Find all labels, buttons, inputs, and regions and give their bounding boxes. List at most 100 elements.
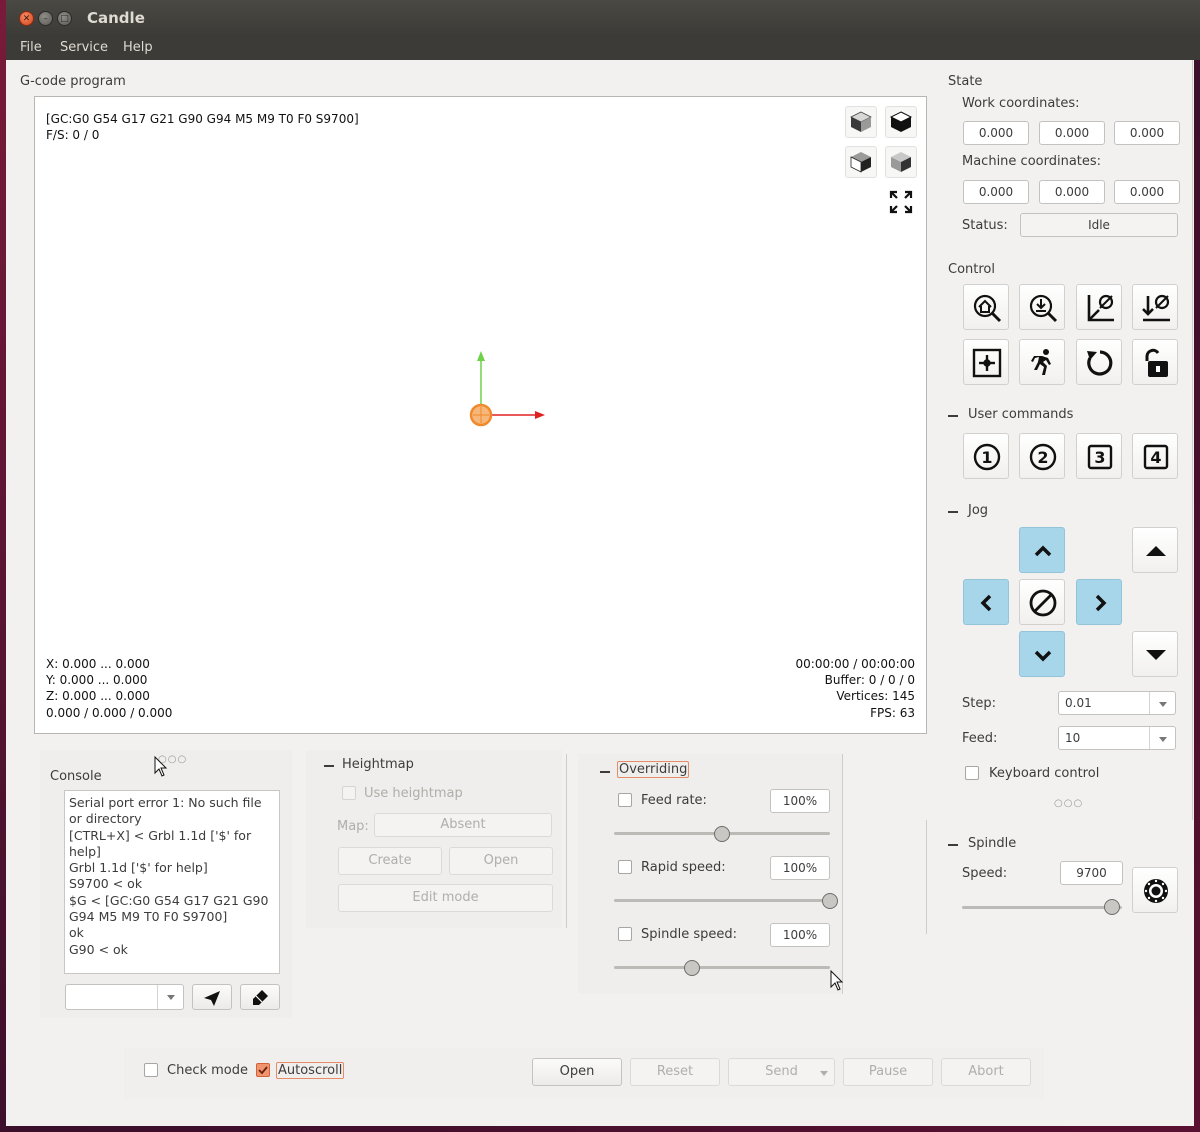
jog-step-combo[interactable]: 0.01 [1058,691,1176,715]
rapid-speed-checkbox[interactable] [618,860,632,874]
user-command-1-button[interactable]: 1 [963,433,1009,479]
jog-title: Jog [968,503,989,518]
rapid-speed-slider-knob[interactable] [822,893,838,909]
jog-y-minus-button[interactable] [1019,631,1065,677]
spindle-speed-checkbox[interactable] [618,927,632,941]
feed-rate-checkbox[interactable] [618,793,632,807]
state-title: State [948,74,983,89]
spindle-speed-override-field[interactable]: 100% [770,923,830,947]
chevron-down-icon[interactable] [820,1071,828,1076]
probe-z-icon[interactable] [1019,284,1065,330]
spindle-slider-knob[interactable] [1104,899,1121,915]
mouse-cursor-icon [154,756,168,777]
y-range-text: Y: 0.000 ... 0.000 [46,673,148,687]
spindle-toggle-button[interactable] [1132,867,1178,913]
console-line: Grbl 1.1d ['$' for help] [69,860,208,876]
unlock-icon[interactable] [1132,339,1178,385]
jog-z-minus-button[interactable] [1132,631,1178,677]
jog-stop-button[interactable] [1019,579,1065,625]
chevron-down-icon[interactable] [1149,727,1175,749]
spindle-speed-label: Speed: [962,866,1008,881]
close-window-button[interactable]: ✕ [19,11,34,26]
check-mode-label: Check mode [167,1063,248,1078]
spindle-speed-slider-track[interactable] [614,966,830,969]
jog-x-minus-button[interactable] [963,579,1009,625]
menu-help[interactable]: Help [123,40,153,55]
rapid-speed-field[interactable]: 100% [770,856,830,880]
z-range-text: Z: 0.000 ... 0.000 [46,689,150,703]
cube-front-icon[interactable] [845,106,877,138]
axis-gizmo [469,351,545,427]
abort-button[interactable]: Abort [941,1058,1031,1086]
time-text: 00:00:00 / 00:00:00 [795,657,915,671]
status-field: Idle [1020,213,1178,237]
user-commands-collapse[interactable] [948,415,958,417]
heightmap-open-button[interactable]: Open [449,847,553,875]
pause-button[interactable]: Pause [843,1058,933,1086]
restore-origin-icon[interactable] [963,339,1009,385]
reset-icon[interactable] [1076,339,1122,385]
check-icon [258,1066,268,1075]
vertices-text: Vertices: 145 [836,689,915,703]
heightmap-collapse[interactable] [324,765,334,767]
control-title: Control [948,262,995,277]
feed-rate-label: Feed rate: [641,793,707,808]
spindle-left-border [926,820,927,934]
console-send-button[interactable] [192,984,232,1010]
console-clear-button[interactable] [240,984,280,1010]
rapid-speed-slider-track[interactable] [614,899,830,902]
overriding-title: Overriding [617,761,690,778]
jog-collapse[interactable] [948,511,958,513]
jog-x-plus-button[interactable] [1076,579,1122,625]
work-x-field: 0.000 [963,121,1029,145]
reset-button[interactable]: Reset [630,1058,720,1086]
send-button[interactable]: Send [728,1058,835,1086]
console-output[interactable]: Serial port error 1: No such file or dir… [64,790,280,974]
cube-top-icon[interactable] [885,106,917,138]
spindle-collapse[interactable] [948,844,958,846]
jog-step-value: 0.01 [1065,696,1092,710]
menu-service[interactable]: Service [60,40,108,55]
zero-xy-icon[interactable] [1076,284,1122,330]
zero-z-icon[interactable] [1132,284,1178,330]
jog-feed-label: Feed: [962,731,998,746]
autoscroll-checkbox[interactable] [256,1063,270,1077]
heightmap-create-button[interactable]: Create [338,847,442,875]
spindle-speed-field[interactable]: 9700 [1060,861,1123,885]
cube-left-icon[interactable] [845,146,877,178]
menu-file[interactable]: File [20,40,42,55]
home-icon[interactable] [963,284,1009,330]
gcode-viewport[interactable]: [GC:G0 G54 G17 G21 G90 G94 M5 M9 T0 F0 S… [34,96,927,734]
jog-y-plus-button[interactable] [1019,527,1065,573]
overriding-collapse[interactable] [600,771,610,773]
jog-z-plus-button[interactable] [1132,527,1178,573]
user-command-4-button[interactable]: 4 [1132,433,1178,479]
use-heightmap-checkbox[interactable] [342,786,356,800]
spindle-speed-slider-knob[interactable] [683,960,700,976]
console-line: G90 < ok [69,941,128,957]
cube-iso-icon[interactable] [885,146,917,178]
minimize-window-button[interactable]: – [38,11,53,26]
safe-position-icon[interactable] [1019,339,1065,385]
open-button[interactable]: Open [532,1058,622,1086]
fit-view-icon[interactable] [885,186,917,218]
spindle-title: Spindle [968,836,1017,851]
gcode-program-label: G-code program [20,74,126,89]
check-mode-checkbox[interactable] [144,1063,158,1077]
feed-rate-slider-knob[interactable] [714,826,730,842]
machine-z-field: 0.000 [1114,180,1180,204]
maximize-window-button[interactable]: □ [57,11,72,26]
heightmap-edit-button[interactable]: Edit mode [338,884,553,912]
console-command-combo[interactable] [65,984,184,1010]
chevron-down-icon[interactable] [157,985,183,1009]
panel-splitter-handle[interactable]: ○○○ [1054,798,1083,809]
chevron-down-icon[interactable] [1149,692,1175,714]
user-commands-title: User commands [968,407,1074,422]
keyboard-control-checkbox[interactable] [965,766,979,780]
feed-rate-field[interactable]: 100% [770,789,830,813]
spindle-slider-track[interactable] [962,906,1122,909]
jog-feed-combo[interactable]: 10 [1058,726,1176,750]
user-command-3-button[interactable]: 3 [1076,433,1122,479]
gc-state-text: [GC:G0 G54 G17 G21 G90 G94 M5 M9 T0 F0 S… [46,112,359,126]
user-command-2-button[interactable]: 2 [1019,433,1065,479]
